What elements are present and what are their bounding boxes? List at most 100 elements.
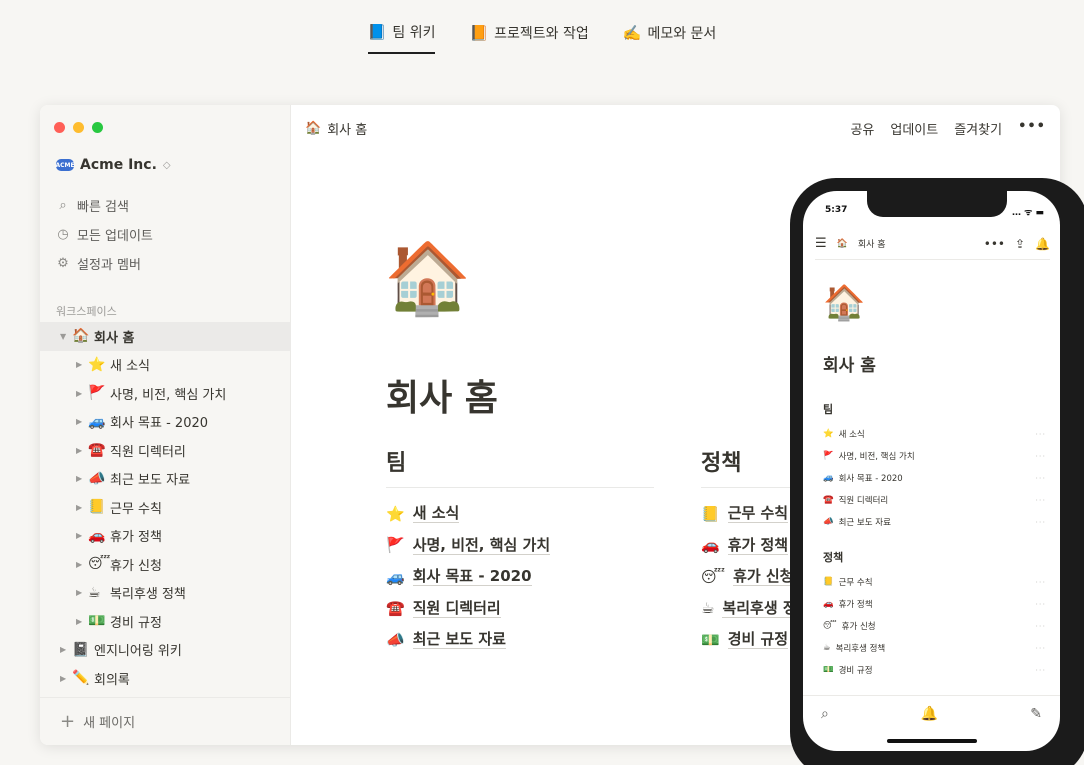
tree-item-company-home[interactable]: ▼ 🏠 회사 홈	[40, 322, 291, 351]
house-icon: 🏠	[305, 121, 322, 136]
bell-icon[interactable]: 🔔	[921, 706, 938, 751]
row-more-icon[interactable]: ···	[1035, 430, 1046, 439]
updates-button[interactable]: 업데이트	[890, 119, 938, 138]
caret-right-icon[interactable]: ▶	[76, 560, 88, 569]
bell-icon[interactable]: 🔔	[1035, 237, 1050, 251]
row-more-icon[interactable]: ···	[1035, 600, 1046, 609]
share-icon[interactable]: ⇪	[1015, 237, 1025, 251]
list-item[interactable]: 🚙 회사 목표 - 2020 ···	[823, 467, 1046, 489]
page-link-label: 휴가 정책	[727, 535, 789, 555]
sidebar-item-all-updates[interactable]: ◷ 모든 업데이트	[56, 220, 153, 249]
tab-label: 메모와 문서	[647, 26, 717, 42]
car-icon: 🚗	[701, 536, 720, 555]
tree-item[interactable]: ▶ 💵 경비 규정	[40, 607, 291, 636]
house-icon[interactable]: 🏠	[384, 243, 471, 313]
row-more-icon[interactable]: ···	[1035, 644, 1046, 653]
tree-item-engineering-wiki[interactable]: ▶ 📓 엔지니어링 위키	[40, 636, 291, 665]
caret-right-icon[interactable]: ▶	[76, 474, 88, 483]
workspace-switcher[interactable]: ACME Acme Inc. ◇	[55, 157, 170, 173]
page-link[interactable]: ⭐ 새 소식	[386, 498, 654, 530]
workspace-name: Acme Inc.	[80, 157, 157, 173]
pencil-icon: ✏️	[72, 670, 90, 687]
tree-item-label: 최근 보도 자료	[110, 473, 191, 489]
compose-icon[interactable]: ✎	[1030, 706, 1042, 751]
tree-item-label: 경비 규정	[110, 615, 162, 631]
list-item[interactable]: 📣 최근 보도 자료 ···	[823, 511, 1046, 533]
row-more-icon[interactable]: ···	[1035, 496, 1046, 505]
search-icon[interactable]: ⌕	[821, 706, 829, 751]
tab-notes-docs[interactable]: ✍️ 메모와 문서	[623, 22, 717, 54]
favorite-button[interactable]: 즐겨찾기	[954, 119, 1002, 138]
house-icon: 🏠	[823, 283, 866, 323]
menu-icon[interactable]: ☰	[815, 236, 827, 251]
row-more-icon[interactable]: ···	[1035, 474, 1046, 483]
sidebar-item-label: 설정과 멤버	[77, 258, 141, 273]
list-item[interactable]: 🚩 사명, 비전, 핵심 가치 ···	[823, 445, 1046, 467]
tree-item[interactable]: ▶ 🚙 회사 목표 - 2020	[40, 408, 291, 437]
phone-screen: 5:37 … ᯤ ▬ ☰ 🏠 회사 홈 ••• ⇪ 🔔 🏠 회사 홈 팀 ⭐ 새 …	[803, 191, 1060, 751]
list-item[interactable]: 🚗 휴가 정책 ···	[823, 593, 1046, 615]
tree-item[interactable]: ▶ 🚩 사명, 비전, 핵심 가치	[40, 379, 291, 408]
sidebar: ACME Acme Inc. ◇ ⌕ 빠른 검색 ◷ 모든 업데이트 ⚙ 설정과…	[40, 105, 291, 745]
sidebar-item-settings[interactable]: ⚙ 설정과 멤버	[56, 249, 153, 278]
money-icon: 💵	[88, 613, 106, 630]
house-icon: 🏠	[836, 238, 848, 249]
close-window-button[interactable]	[54, 122, 65, 133]
tree-item[interactable]: ▶ 🚗 휴가 정책	[40, 522, 291, 551]
list-item[interactable]: ⭐ 새 소식 ···	[823, 423, 1046, 445]
page-link-label: 새 소식	[412, 504, 460, 524]
caret-right-icon[interactable]: ▶	[76, 503, 88, 512]
caret-right-icon[interactable]: ▶	[76, 531, 88, 540]
tree-item[interactable]: ▶ 📒 근무 수칙	[40, 493, 291, 522]
page-title[interactable]: 회사 홈	[386, 369, 498, 421]
flag-icon: 🚩	[88, 385, 106, 402]
caret-right-icon[interactable]: ▶	[60, 645, 72, 654]
row-more-icon[interactable]: ···	[1035, 518, 1046, 527]
caret-right-icon[interactable]: ▶	[76, 417, 88, 426]
more-options-button[interactable]: •••	[1018, 119, 1046, 138]
caret-down-icon[interactable]: ▼	[60, 332, 72, 341]
tree-item[interactable]: ▶ ⭐ 새 소식	[40, 351, 291, 380]
list-item-label: 근무 수칙	[838, 578, 873, 588]
breadcrumb[interactable]: 🏠 회사 홈	[305, 119, 367, 138]
row-more-icon[interactable]: ···	[1035, 452, 1046, 461]
caret-right-icon[interactable]: ▶	[76, 360, 88, 369]
coffee-icon: ☕	[88, 584, 101, 601]
list-item[interactable]: ☕ 복리후생 정책 ···	[823, 637, 1046, 659]
caret-right-icon[interactable]: ▶	[76, 588, 88, 597]
list-item[interactable]: 💵 경비 규정 ···	[823, 659, 1046, 681]
tree-item-label: 휴가 신청	[110, 558, 162, 574]
list-item[interactable]: ☎️ 직원 디렉터리 ···	[823, 489, 1046, 511]
tree-item[interactable]: ▶ 😴 휴가 신청	[40, 550, 291, 579]
team-heading: 팀	[386, 445, 654, 488]
more-options-icon[interactable]: •••	[984, 237, 1005, 251]
tree-item[interactable]: ▶ 📣 최근 보도 자료	[40, 465, 291, 494]
caret-right-icon[interactable]: ▶	[76, 446, 88, 455]
telephone-icon: ☎️	[88, 442, 106, 459]
list-item[interactable]: 📒 근무 수칙 ···	[823, 571, 1046, 593]
car-icon: 🚗	[88, 527, 106, 544]
tab-projects-tasks[interactable]: 📙 프로젝트와 작업	[469, 22, 588, 54]
caret-right-icon[interactable]: ▶	[76, 617, 88, 626]
minimize-window-button[interactable]	[73, 122, 84, 133]
tree-item-meeting-notes[interactable]: ▶ ✏️ 회의록	[40, 664, 291, 693]
megaphone-icon: 📣	[386, 630, 405, 649]
row-more-icon[interactable]: ···	[1035, 578, 1046, 587]
row-more-icon[interactable]: ···	[1035, 622, 1046, 631]
maximize-window-button[interactable]	[92, 122, 103, 133]
page-link[interactable]: ☎️ 직원 디렉터리	[386, 593, 654, 625]
sidebar-item-quick-search[interactable]: ⌕ 빠른 검색	[56, 191, 153, 220]
page-link[interactable]: 🚙 회사 목표 - 2020	[386, 561, 654, 593]
tab-team-wiki[interactable]: 📘 팀 위키	[367, 22, 436, 54]
new-page-button[interactable]: + 새 페이지	[40, 697, 291, 745]
row-more-icon[interactable]: ···	[1035, 666, 1046, 675]
list-item[interactable]: 😴 휴가 신청 ···	[823, 615, 1046, 637]
page-link[interactable]: 📣 최근 보도 자료	[386, 624, 654, 656]
caret-right-icon[interactable]: ▶	[60, 674, 72, 683]
tree-item[interactable]: ▶ ☎️ 직원 디렉터리	[40, 436, 291, 465]
tree-item[interactable]: ▶ ☕ 복리후생 정책	[40, 579, 291, 608]
page-link[interactable]: 🚩 사명, 비전, 핵심 가치	[386, 530, 654, 562]
list-item-label: 사명, 비전, 핵심 가치	[838, 452, 915, 462]
caret-right-icon[interactable]: ▶	[76, 389, 88, 398]
share-button[interactable]: 공유	[850, 119, 874, 138]
